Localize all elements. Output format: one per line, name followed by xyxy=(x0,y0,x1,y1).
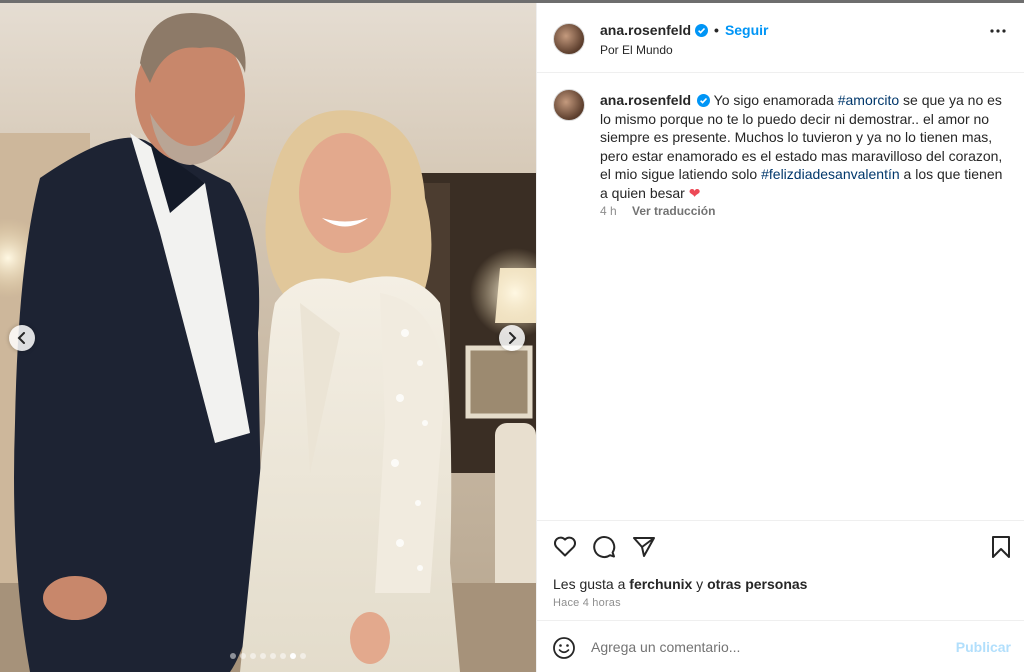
post-side-panel: ana.rosenfeld • Seguir Por El Mundo ana.… xyxy=(536,3,1024,672)
caption-meta: 4 h Ver traducción xyxy=(600,204,715,218)
carousel-dot xyxy=(290,653,296,659)
carousel-dot xyxy=(230,653,236,659)
post-modal: ana.rosenfeld • Seguir Por El Mundo ana.… xyxy=(0,0,1024,672)
smiley-icon[interactable] xyxy=(553,637,575,659)
heart-emoji: ❤ xyxy=(688,184,701,201)
likes-mid: y xyxy=(692,576,708,592)
post-actions: Les gusta a ferchunix y otras personas H… xyxy=(537,520,1024,620)
caption-author-avatar[interactable] xyxy=(553,89,585,121)
carousel-dot xyxy=(300,653,306,659)
likes-prefix: Les gusta a xyxy=(553,576,630,592)
bookmark-icon[interactable] xyxy=(991,535,1011,559)
post-timestamp: Hace 4 horas xyxy=(553,597,621,609)
see-translation-button[interactable]: Ver traducción xyxy=(632,204,715,218)
follow-button[interactable]: Seguir xyxy=(725,22,769,38)
publish-button[interactable]: Publicar xyxy=(956,639,1011,655)
carousel-prev-button[interactable] xyxy=(9,325,35,351)
caption-text: ana.rosenfeld Yo sigo enamorada #amorcit… xyxy=(600,91,1004,202)
verified-badge-icon xyxy=(695,23,709,37)
heart-outline-icon[interactable] xyxy=(553,535,577,557)
paper-plane-icon[interactable] xyxy=(632,535,656,559)
carousel-dot xyxy=(270,653,276,659)
carousel-dot xyxy=(250,653,256,659)
likes-user-link[interactable]: ferchunix xyxy=(629,576,692,592)
carousel-dot xyxy=(280,653,286,659)
hashtag-link[interactable]: #felizdiadesanvalentín xyxy=(761,166,900,182)
comment-bar: Publicar xyxy=(537,620,1024,672)
hashtag-link[interactable]: #amorcito xyxy=(838,92,899,108)
comment-input[interactable] xyxy=(591,635,951,659)
author-username[interactable]: ana.rosenfeld xyxy=(600,22,691,38)
post-location[interactable]: Por El Mundo xyxy=(600,43,673,57)
photo-illustration xyxy=(0,3,536,672)
ellipsis-icon[interactable] xyxy=(990,29,1006,33)
author-row: ana.rosenfeld • Seguir xyxy=(600,22,769,38)
chevron-right-icon xyxy=(509,332,517,344)
carousel-next-button[interactable] xyxy=(499,325,525,351)
caption-author-username[interactable]: ana.rosenfeld xyxy=(600,92,691,108)
speech-bubble-icon[interactable] xyxy=(592,535,616,559)
verified-badge-icon xyxy=(697,94,711,107)
author-avatar[interactable] xyxy=(553,23,585,55)
caption-part-1: Yo sigo enamorada xyxy=(713,92,838,108)
carousel-dot xyxy=(240,653,246,659)
post-photo[interactable] xyxy=(0,3,536,672)
carousel-indicator xyxy=(0,653,536,659)
header-separator: • xyxy=(714,22,719,38)
likes-others-link[interactable]: otras personas xyxy=(707,576,807,592)
chevron-left-icon xyxy=(17,332,25,344)
carousel-dot xyxy=(260,653,266,659)
post-header: ana.rosenfeld • Seguir Por El Mundo xyxy=(537,3,1024,73)
likes-summary: Les gusta a ferchunix y otras personas xyxy=(553,576,807,592)
caption-time: 4 h xyxy=(600,204,617,218)
